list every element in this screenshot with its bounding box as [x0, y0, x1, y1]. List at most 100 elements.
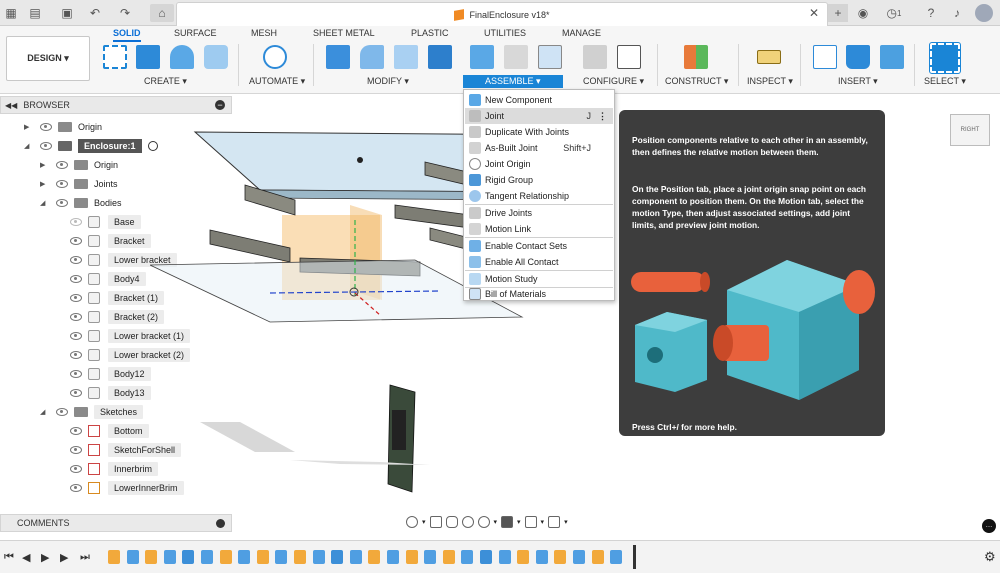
timeline-feature-icon[interactable]	[554, 550, 567, 564]
visibility-eye-icon[interactable]	[70, 275, 82, 283]
go-to-start-icon[interactable]: ⏮	[4, 551, 14, 564]
tree-item-enclosure[interactable]: Enclosure:1	[40, 138, 158, 154]
zoom-icon[interactable]	[461, 516, 474, 528]
viewcube[interactable]: RIGHT	[950, 114, 990, 146]
extensions-icon[interactable]: ◉	[854, 4, 872, 22]
timeline-feature-icon[interactable]	[256, 550, 269, 564]
press-pull-icon[interactable]	[326, 45, 350, 69]
tab-mesh[interactable]: MESH	[251, 28, 277, 38]
joint-icon[interactable]	[504, 45, 528, 69]
expand-caret-icon[interactable]: ▶	[40, 180, 45, 188]
collapse-icon[interactable]: ◀◀	[5, 101, 17, 110]
measure-icon[interactable]	[757, 50, 781, 64]
expand-caret-icon[interactable]: ▶	[24, 123, 29, 131]
visibility-eye-icon[interactable]	[70, 332, 82, 340]
timeline-feature-icon[interactable]	[387, 550, 399, 564]
menu-item-tangent-relationship[interactable]: Tangent Relationship	[465, 188, 613, 204]
timeline-feature-icon[interactable]	[442, 550, 455, 564]
insert-derive-icon[interactable]	[813, 45, 837, 69]
chevron-down-icon[interactable]: ▾	[541, 518, 545, 526]
insert-canvas-icon[interactable]	[880, 45, 904, 69]
timeline-feature-icon[interactable]	[312, 550, 325, 564]
redo-icon[interactable]: ↷	[116, 4, 134, 22]
user-avatar[interactable]	[975, 4, 993, 22]
play-icon[interactable]: ▶	[41, 551, 49, 564]
visibility-eye-icon[interactable]	[40, 123, 52, 131]
inspect-menu[interactable]: INSPECT ▾	[747, 76, 793, 87]
configure-menu[interactable]: CONFIGURE ▾	[583, 76, 644, 87]
expand-caret-icon[interactable]: ▶	[40, 161, 45, 169]
tree-item-bodies[interactable]: Bodies	[56, 195, 122, 211]
collapse-caret-icon[interactable]: ◢	[40, 199, 45, 207]
visibility-eye-icon[interactable]	[70, 427, 82, 435]
tab-utilities[interactable]: UTILITIES	[484, 28, 526, 38]
menu-item-bill-of-materials[interactable]: Bill of Materials	[465, 286, 613, 302]
help-icon[interactable]: ?	[922, 4, 940, 22]
tree-item-sketch[interactable]: Innerbrim	[70, 461, 159, 477]
minimize-icon[interactable]: −	[215, 100, 225, 110]
menu-item-motion-link[interactable]: Motion Link	[465, 221, 613, 237]
visibility-eye-icon[interactable]	[56, 408, 68, 416]
timeline-feature-icon[interactable]	[498, 550, 511, 564]
timeline-feature-icon[interactable]	[275, 550, 288, 564]
menu-item-enable-all-contact[interactable]: Enable All Contact	[465, 254, 613, 270]
timeline-feature-icon[interactable]	[126, 550, 139, 564]
menu-item-as-built-joint[interactable]: As-Built Joint Shift+J	[465, 140, 613, 156]
visibility-eye-icon[interactable]	[56, 180, 68, 188]
lower-bracket-body[interactable]	[209, 229, 291, 263]
step-forward-icon[interactable]: ▶	[60, 551, 68, 564]
extrude-icon[interactable]	[136, 45, 160, 69]
new-tab-icon[interactable]: +	[828, 4, 848, 22]
step-back-icon[interactable]: ◀	[22, 551, 30, 564]
timeline-feature-icon[interactable]	[610, 550, 623, 564]
create-sketch-icon[interactable]	[103, 45, 127, 69]
undo-icon[interactable]: ↶	[86, 4, 104, 22]
lower-bracket-1-body[interactable]	[394, 204, 471, 229]
combine-icon[interactable]	[428, 45, 452, 69]
construct-menu[interactable]: CONSTRUCT ▾	[665, 76, 728, 87]
automate-menu[interactable]: AUTOMATE ▾	[249, 76, 305, 87]
look-at-icon[interactable]	[429, 516, 442, 528]
insert-menu[interactable]: INSERT ▾	[838, 76, 878, 87]
timeline-feature-icon[interactable]	[461, 550, 474, 564]
construct-plane-icon[interactable]	[684, 45, 708, 69]
chat-icon[interactable]: …	[982, 519, 996, 533]
fit-icon[interactable]	[477, 516, 490, 528]
hidden-eye-icon[interactable]	[70, 218, 82, 226]
tree-item-sketch[interactable]: Bottom	[70, 423, 149, 439]
timeline-feature-icon[interactable]	[331, 550, 344, 564]
select-menu[interactable]: SELECT ▾	[924, 76, 966, 87]
visibility-eye-icon[interactable]	[56, 199, 68, 207]
tab-plastic[interactable]: PLASTIC	[411, 28, 449, 38]
chevron-down-icon[interactable]: ▾	[494, 518, 498, 526]
tree-item-origin-child[interactable]: Origin	[56, 157, 118, 173]
visibility-eye-icon[interactable]	[70, 351, 82, 359]
timeline-feature-icon[interactable]	[368, 550, 381, 564]
create-menu[interactable]: CREATE ▾	[144, 76, 187, 87]
automate-icon[interactable]	[263, 45, 287, 69]
timeline-feature-icon[interactable]	[480, 550, 492, 564]
visibility-eye-icon[interactable]	[70, 465, 82, 473]
visibility-eye-icon[interactable]	[70, 313, 82, 321]
timeline-feature-icon[interactable]	[163, 550, 176, 564]
tab-manage[interactable]: MANAGE	[562, 28, 601, 38]
add-comment-icon[interactable]	[216, 519, 225, 528]
configuration-table-icon[interactable]	[617, 45, 641, 69]
menu-item-rigid-group[interactable]: Rigid Group	[465, 172, 613, 188]
tree-item-joints[interactable]: Joints	[56, 176, 118, 192]
assemble-menu[interactable]: ASSEMBLE ▾	[463, 75, 563, 88]
visibility-eye-icon[interactable]	[70, 237, 82, 245]
tree-item-body[interactable]: Base	[70, 214, 141, 230]
timeline-feature-icon[interactable]	[182, 550, 195, 564]
menu-item-enable-contact-sets[interactable]: Enable Contact Sets	[465, 238, 613, 254]
menu-item-new-component[interactable]: New Component	[465, 92, 613, 108]
comments-panel[interactable]: COMMENTS	[0, 514, 232, 532]
visibility-eye-icon[interactable]	[70, 389, 82, 397]
tree-item-body[interactable]: Body12	[70, 366, 151, 382]
document-tab[interactable]: FinalEnclosure v18*	[176, 2, 828, 26]
collapse-caret-icon[interactable]: ◢	[24, 142, 29, 150]
configure-icon[interactable]	[583, 45, 607, 69]
visibility-eye-icon[interactable]	[70, 256, 82, 264]
timeline-feature-icon[interactable]	[591, 550, 604, 564]
timeline-feature-icon[interactable]	[424, 550, 437, 564]
